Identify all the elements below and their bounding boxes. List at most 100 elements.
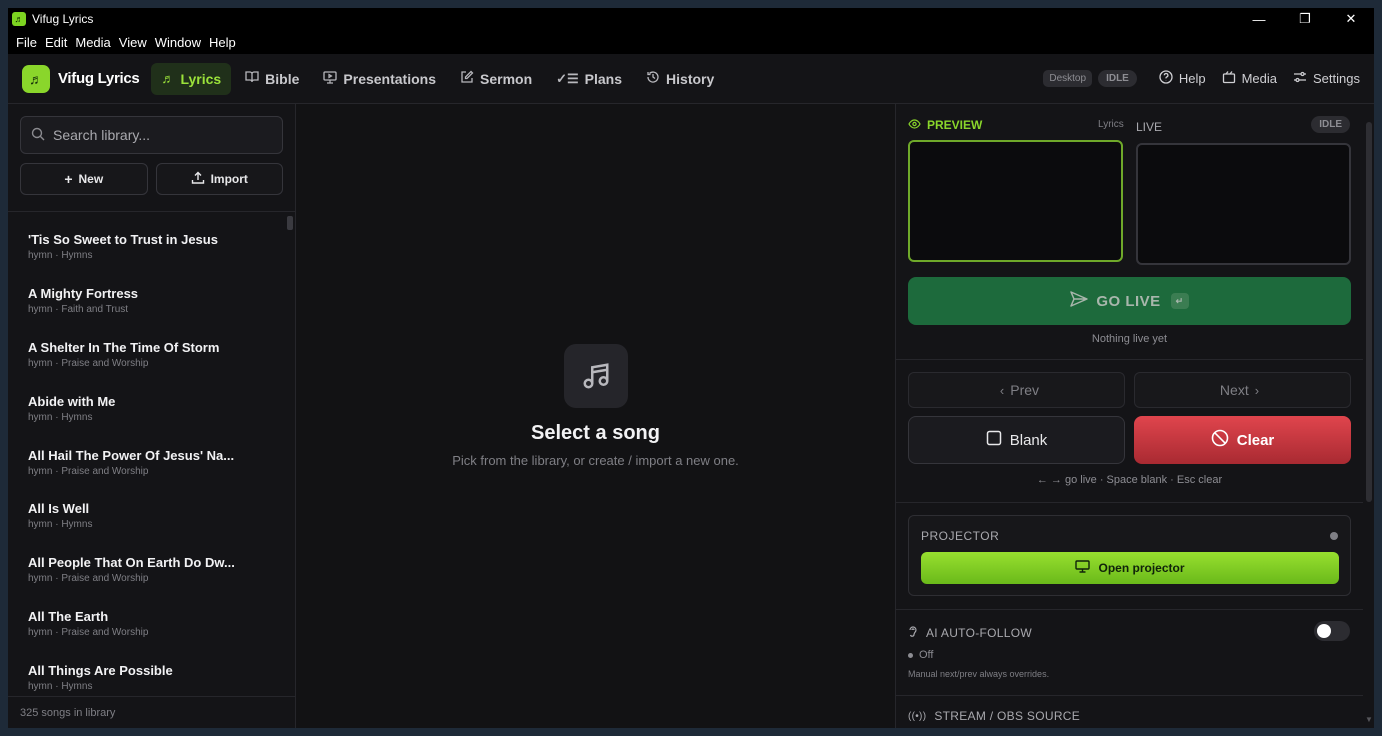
- song-title: All The Earth: [28, 608, 109, 624]
- list-item[interactable]: All Is Well hymn · Hymns: [8, 489, 296, 543]
- library-sidebar: + New Import 'Tis So Sweet to Trust in J…: [8, 104, 296, 728]
- menu-help[interactable]: Help: [205, 35, 240, 50]
- divider: [896, 609, 1363, 610]
- shortcut-hint: ← → go live · Space blank · Esc clear: [1036, 474, 1223, 486]
- tab-plans[interactable]: ✓☰ Plans: [546, 63, 632, 95]
- new-button[interactable]: + New: [20, 163, 148, 195]
- monitor-icon: [1075, 560, 1091, 576]
- tab-presentations[interactable]: Presentations: [313, 63, 446, 95]
- list-item[interactable]: A Mighty Fortress hymn · Faith and Trust: [8, 274, 296, 328]
- live-control-panel: PREVIEW Lyrics LIVE IDLE GO LIVE ↵ Nothi…: [895, 104, 1374, 728]
- live-screen[interactable]: [1136, 143, 1351, 265]
- song-subtitle: hymn · Praise and Worship: [28, 626, 149, 638]
- ai-state: Off: [908, 649, 933, 661]
- ai-state-label: Off: [919, 649, 934, 661]
- scrollbar-thumb[interactable]: [1366, 122, 1372, 502]
- settings-link[interactable]: Settings: [1293, 70, 1360, 87]
- panel-scrollbar[interactable]: ▼: [1364, 110, 1374, 724]
- prev-button[interactable]: ‹ Prev: [908, 372, 1125, 408]
- song-subtitle: hymn · Hymns: [28, 250, 93, 262]
- list-item[interactable]: A Shelter In The Time Of Storm hymn · Pr…: [8, 328, 296, 382]
- song-title: All Hail The Power Of Jesus' Na...: [28, 447, 235, 463]
- music-note-icon: ♬: [22, 64, 50, 93]
- media-link[interactable]: Media: [1222, 70, 1277, 87]
- search-box[interactable]: [20, 116, 283, 154]
- go-live-button[interactable]: GO LIVE ↵: [908, 277, 1351, 325]
- song-title: Abide with Me: [28, 393, 116, 409]
- song-list: 'Tis So Sweet to Trust in Jesus hymn · H…: [8, 211, 296, 695]
- search-icon: [31, 127, 45, 144]
- search-input[interactable]: [53, 127, 263, 143]
- list-item[interactable]: All Things Are Possible hymn · Hymns: [8, 650, 296, 695]
- maximize-button[interactable]: ❐: [1282, 8, 1328, 30]
- empty-state-subtitle: Pick from the library, or create / impor…: [452, 453, 739, 468]
- go-live-label: GO LIVE: [1096, 292, 1161, 310]
- window-title: Vifug Lyrics: [32, 12, 94, 26]
- close-button[interactable]: ✕: [1328, 8, 1374, 30]
- stream-label: STREAM / OBS SOURCE: [934, 709, 1081, 723]
- minimize-button[interactable]: —: [1236, 8, 1282, 30]
- projector-card: PROJECTOR Open projector: [908, 515, 1351, 596]
- ban-icon: [1211, 429, 1229, 452]
- list-item[interactable]: All People That On Earth Do Dw... hymn ·…: [8, 543, 296, 597]
- tab-label: Bible: [265, 70, 300, 87]
- menu-view[interactable]: View: [115, 35, 151, 50]
- send-icon: [1070, 290, 1089, 312]
- open-projector-button[interactable]: Open projector: [921, 552, 1339, 584]
- edit-note-icon: [460, 70, 474, 87]
- song-title: All Is Well: [28, 501, 90, 517]
- settings-icon: [1293, 70, 1307, 87]
- stream-header[interactable]: ((•)) STREAM / OBS SOURCE: [908, 709, 1080, 723]
- ai-auto-follow-toggle[interactable]: [1314, 621, 1350, 641]
- window-controls: — ❐ ✕: [1236, 8, 1374, 30]
- song-editor-empty: Select a song Pick from the library, or …: [296, 104, 895, 728]
- song-title: All Things Are Possible: [28, 662, 173, 678]
- menu-file[interactable]: File: [12, 35, 41, 50]
- top-nav: ♬ Vifug Lyrics ♬ Lyrics Bible Presentati…: [8, 54, 1374, 104]
- menu-media[interactable]: Media: [71, 35, 114, 50]
- menu-window[interactable]: Window: [151, 35, 205, 50]
- tab-history[interactable]: History: [636, 63, 724, 95]
- menu-bar: File Edit Media View Window Help: [8, 30, 1374, 54]
- projector-label: PROJECTOR: [921, 529, 1000, 543]
- status-dot: [908, 652, 913, 658]
- song-subtitle: hymn · Hymns: [28, 411, 93, 423]
- plus-icon: +: [64, 171, 73, 187]
- app-icon: ♬: [12, 12, 26, 26]
- song-title: A Shelter In The Time Of Storm: [28, 339, 220, 355]
- song-subtitle: hymn · Hymns: [28, 680, 93, 692]
- chevron-left-icon: ‹: [999, 382, 1005, 398]
- list-item[interactable]: Abide with Me hymn · Hymns: [8, 381, 296, 435]
- song-subtitle: hymn · Praise and Worship: [28, 465, 149, 477]
- media-icon: [1222, 70, 1236, 87]
- scrollbar-thumb[interactable]: [287, 216, 293, 230]
- nav-right: Desktop IDLE Help Media Settings: [1043, 70, 1360, 87]
- next-button[interactable]: Next ›: [1134, 372, 1351, 408]
- import-button[interactable]: Import: [155, 163, 283, 195]
- app-window: ♬ Vifug Lyrics — ❐ ✕ File Edit Media Vie…: [8, 8, 1374, 728]
- ai-label: AI AUTO-FOLLOW: [926, 626, 1032, 640]
- song-subtitle: hymn · Faith and Trust: [28, 304, 129, 316]
- song-subtitle: hymn · Praise and Worship: [28, 357, 149, 369]
- square-icon: [986, 430, 1002, 451]
- checklist-icon: ✓☰: [556, 70, 579, 86]
- blank-button[interactable]: Blank: [908, 416, 1125, 464]
- clear-label: Clear: [1236, 431, 1275, 449]
- help-link[interactable]: Help: [1159, 70, 1206, 87]
- preview-screen[interactable]: [908, 140, 1123, 262]
- open-projector-label: Open projector: [1098, 561, 1185, 575]
- clear-button[interactable]: Clear: [1134, 416, 1351, 464]
- list-item[interactable]: 'Tis So Sweet to Trust in Jesus hymn · H…: [8, 220, 296, 274]
- list-item[interactable]: All Hail The Power Of Jesus' Na... hymn …: [8, 435, 296, 489]
- tab-sermon[interactable]: Sermon: [450, 63, 542, 95]
- desktop-badge: Desktop: [1043, 70, 1093, 87]
- divider: [896, 502, 1363, 503]
- tab-lyrics[interactable]: ♬ Lyrics: [151, 62, 232, 95]
- song-list-scrollbar[interactable]: [287, 216, 293, 684]
- scroll-down-icon[interactable]: ▼: [1365, 715, 1373, 724]
- menu-edit[interactable]: Edit: [41, 35, 71, 50]
- list-item[interactable]: All The Earth hymn · Praise and Worship: [8, 597, 296, 651]
- ai-auto-follow-header: AI AUTO-FOLLOW: [908, 625, 1032, 641]
- tab-bible[interactable]: Bible: [235, 63, 309, 95]
- brand[interactable]: ♬ Vifug Lyrics: [22, 64, 140, 93]
